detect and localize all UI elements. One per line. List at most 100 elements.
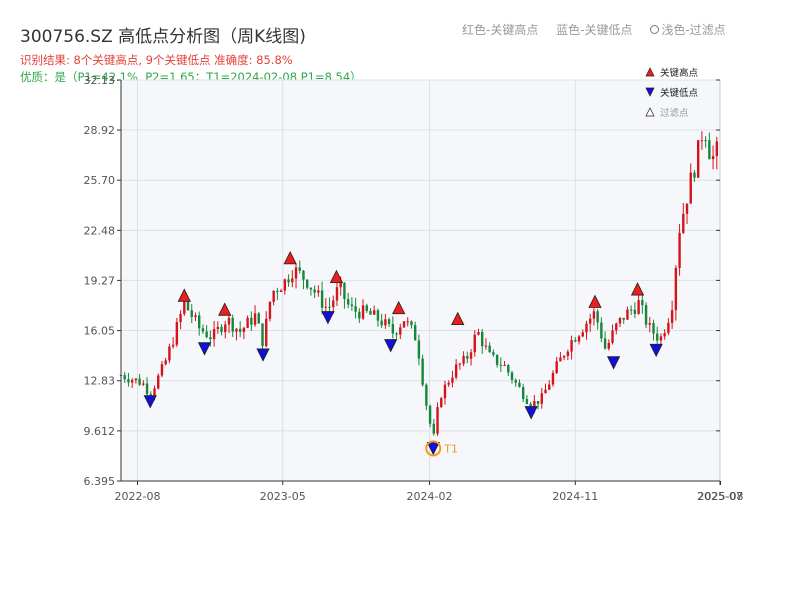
candle-body (708, 140, 711, 160)
candle-body (224, 324, 227, 333)
x-tick-label: 2025-08 (698, 490, 744, 503)
candle-body (205, 331, 208, 338)
x-tick-label: 2023-05 (260, 490, 306, 503)
candle-body (265, 318, 268, 347)
legend-label: 关键高点 (660, 67, 699, 79)
candle-body (648, 323, 651, 325)
candle-body (253, 313, 257, 325)
candle-body (499, 364, 503, 366)
candle-body (700, 140, 704, 142)
candle-body (402, 321, 406, 328)
candle-body (585, 323, 588, 333)
candle-body (320, 290, 324, 308)
candle-body (570, 340, 573, 352)
candle-body (291, 278, 294, 283)
candle-body (536, 401, 540, 404)
candle-body (231, 317, 234, 332)
candlestick-chart: T1 6.395 9.612 12.83 16.05 19.27 22.48 25.70 28… (84, 67, 744, 503)
y-tick-label: 6.395 (84, 475, 116, 488)
candle-body (481, 332, 484, 347)
candle-body (451, 377, 454, 383)
candle-body (458, 363, 462, 365)
candle-body (134, 378, 138, 381)
candle-body (123, 375, 126, 380)
candle-body (238, 328, 242, 332)
x-tick-label: 2024-02 (407, 490, 453, 503)
candle-body (432, 423, 435, 434)
candle-body (235, 328, 238, 332)
candle-body (302, 270, 305, 280)
legend-marker (645, 67, 655, 77)
candle-body (242, 327, 246, 332)
candle-body (615, 323, 618, 331)
candle-body (484, 345, 488, 347)
y-tick-label: 25.70 (84, 174, 116, 187)
candle-body (335, 287, 339, 301)
candle-body (324, 306, 328, 308)
candle-body (693, 172, 696, 178)
candle-body (190, 310, 193, 318)
candle-body (715, 141, 719, 157)
candle-body (682, 213, 685, 233)
candle-body (186, 300, 190, 311)
candle-body (157, 375, 160, 389)
candle-body (473, 334, 476, 353)
candle-body (417, 340, 421, 359)
candle-body (562, 356, 566, 358)
candle-body (588, 318, 592, 324)
candle-body (462, 355, 465, 364)
candle-body (704, 140, 707, 142)
candle-body (689, 172, 692, 204)
candle-body (130, 380, 134, 383)
candle-body (548, 384, 551, 390)
candle-body (168, 346, 171, 361)
candle-body (212, 328, 216, 340)
candle-body (127, 379, 130, 383)
candle-body (447, 382, 450, 385)
candle-body (171, 344, 175, 347)
candle-body (637, 300, 640, 314)
candle-body (425, 384, 428, 406)
candle-body (384, 319, 387, 326)
candle-body (183, 300, 186, 314)
candle-body (376, 310, 380, 321)
x-axis-ticks: 2022-08 2023-05 2024-02 2024-11 2025-072025-… (115, 481, 744, 503)
candle-body (160, 364, 164, 376)
candle-body (525, 399, 529, 404)
candle-body (469, 352, 473, 359)
candle-body (466, 355, 469, 359)
candle-body (413, 325, 417, 341)
candle-body (250, 317, 253, 325)
candle-body (454, 364, 458, 378)
candle-body (611, 330, 614, 343)
candle-body (559, 357, 562, 362)
candle-body (600, 322, 603, 339)
candle-body (313, 289, 316, 293)
candle-body (574, 340, 577, 342)
candle-body (618, 317, 622, 324)
x-tick-label: 2022-08 (115, 490, 161, 503)
candle-body (663, 333, 666, 337)
candle-body (514, 379, 517, 383)
candle-body (641, 300, 644, 306)
candle-body (395, 333, 398, 335)
candle-body (488, 345, 491, 353)
candle-body (346, 299, 350, 305)
candle-body (544, 389, 547, 394)
candle-body (421, 358, 424, 385)
candle-body (220, 326, 223, 333)
y-tick-label: 22.48 (84, 224, 116, 237)
candle-body (142, 383, 145, 385)
candle-body (283, 279, 287, 291)
candle-body (440, 398, 443, 408)
candle-body (652, 323, 655, 334)
t1-label: T1 (443, 442, 458, 455)
candle-body (626, 309, 629, 320)
candle-body (566, 351, 570, 357)
candle-body (246, 317, 249, 328)
candle-body (696, 140, 700, 178)
candle-body (380, 320, 383, 326)
candle-body (369, 311, 372, 315)
candle-body (276, 290, 279, 293)
candle-body (507, 365, 510, 373)
